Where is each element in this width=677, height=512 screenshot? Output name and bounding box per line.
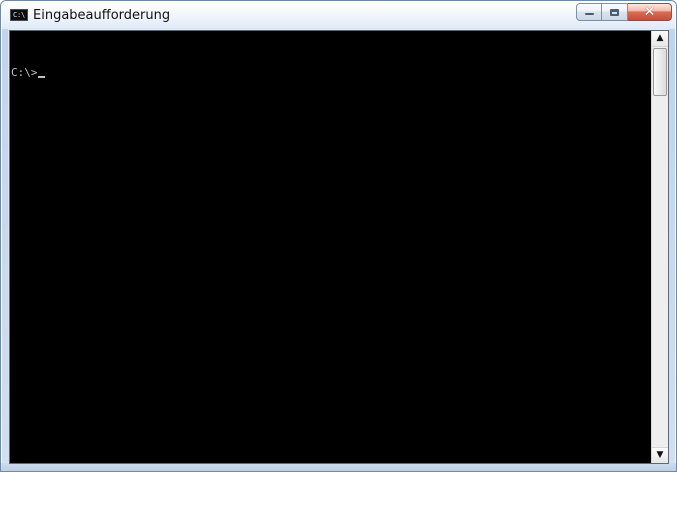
scroll-up-button[interactable]: ▲ [652,31,668,47]
close-button[interactable]: ✕ [628,3,672,21]
console-output[interactable]: C:\> [10,31,652,463]
window-controls: ✕ [576,3,672,23]
scrollbar-thumb[interactable] [653,48,667,96]
scroll-down-button[interactable]: ▼ [652,447,668,463]
window-title: Eingabeaufforderung [33,8,171,23]
text-cursor [37,76,45,78]
right-window-border [669,29,675,465]
scroll-down-icon: ▼ [656,450,664,460]
prompt-line: C:\> [11,67,652,79]
minimize-button[interactable] [576,3,602,21]
minimize-icon [584,13,594,15]
command-prompt-window: C:\ Eingabeaufforderung ✕ C:\> ▲ ▼ [0,0,677,472]
command-prompt-icon-glyph: C:\ [12,10,26,19]
bottom-window-border [1,463,676,471]
command-prompt-path: C:\> [11,66,38,79]
left-window-border [2,29,8,465]
maximize-icon [610,8,619,16]
close-icon: ✕ [643,3,656,20]
maximize-button[interactable] [602,3,628,21]
scroll-up-icon: ▲ [656,33,664,43]
vertical-scrollbar[interactable]: ▲ ▼ [651,31,668,463]
command-prompt-icon[interactable]: C:\ [10,9,28,21]
title-bar[interactable]: C:\ Eingabeaufforderung ✕ [1,1,676,29]
console-frame: C:\> ▲ ▼ [9,30,669,464]
